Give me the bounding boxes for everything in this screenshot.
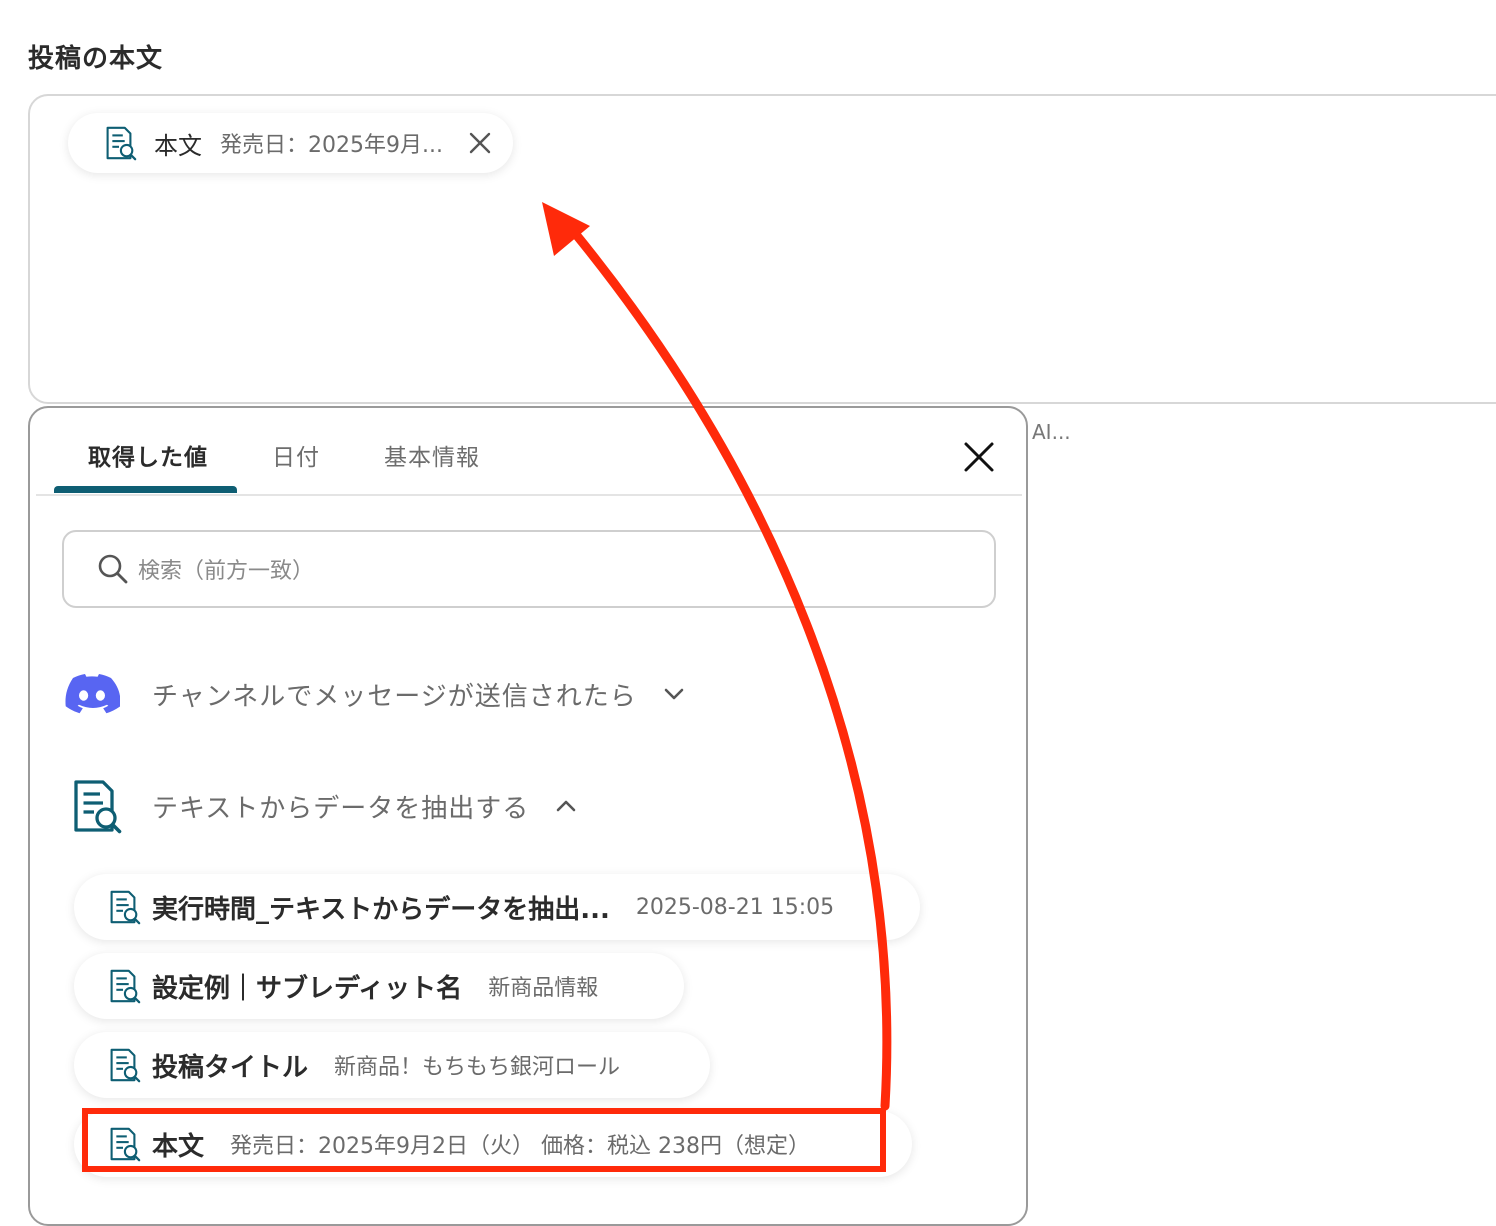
tab-basic-info[interactable]: 基本情報 xyxy=(384,438,480,472)
group-title: テキストからデータを抽出する xyxy=(152,793,530,824)
chevron-up-icon[interactable] xyxy=(553,793,579,819)
tab-divider xyxy=(36,494,1022,496)
group-discord-trigger[interactable]: チャンネルでメッセージが送信されたら xyxy=(64,672,687,716)
document-search-icon xyxy=(100,124,138,162)
tab-bar: 取得した値 日付 基本情報 xyxy=(30,408,1026,498)
group-extract-data[interactable]: テキストからデータを抽出する xyxy=(64,776,579,836)
discord-icon xyxy=(65,674,120,714)
tab-acquired-values[interactable]: 取得した値 xyxy=(88,438,208,472)
item-label: 設定例｜サブレディット名 xyxy=(152,973,463,1004)
list-item-subreddit-name[interactable]: 設定例｜サブレディット名 新商品情報 xyxy=(74,953,684,1019)
token-chip-body[interactable]: 本文 発売日：2025年9月... xyxy=(68,113,513,173)
list-item-execution-time[interactable]: 実行時間_テキストからデータを抽出... 2025-08-21 15:05 xyxy=(74,874,920,940)
item-label: 投稿タイトル xyxy=(152,1052,309,1083)
document-search-icon xyxy=(104,888,142,926)
document-search-icon xyxy=(64,776,124,836)
tab-date[interactable]: 日付 xyxy=(272,438,320,472)
token-value: 発売日：2025年9月... xyxy=(220,133,443,158)
value-picker-panel: 取得した値 日付 基本情報 検索（前方一致） チャンネルでメッセージが送信された… xyxy=(28,406,1028,1226)
item-value: 新商品情報 xyxy=(488,976,599,1001)
close-icon[interactable] xyxy=(465,128,495,158)
token-label: 本文 xyxy=(154,131,202,160)
item-value: 新商品！もちもち銀河ロール xyxy=(334,1055,621,1080)
ai-hint: AI... xyxy=(1032,420,1071,444)
document-search-icon xyxy=(104,967,142,1005)
search-input[interactable]: 検索（前方一致） xyxy=(62,530,996,608)
item-value: 2025-08-21 15:05 xyxy=(635,894,835,920)
chevron-down-icon[interactable] xyxy=(661,681,687,707)
document-search-icon xyxy=(104,1046,142,1084)
highlight-box xyxy=(82,1108,886,1172)
item-label: 実行時間_テキストからデータを抽出... xyxy=(152,894,610,925)
list-item-post-title[interactable]: 投稿タイトル 新商品！もちもち銀河ロール xyxy=(74,1032,710,1098)
tab-active-indicator xyxy=(54,486,237,493)
group-title: チャンネルでメッセージが送信されたら xyxy=(152,681,637,712)
search-placeholder: 検索（前方一致） xyxy=(138,559,315,584)
search-icon xyxy=(98,554,128,584)
close-icon[interactable] xyxy=(962,440,996,474)
section-title: 投稿の本文 xyxy=(28,44,164,74)
